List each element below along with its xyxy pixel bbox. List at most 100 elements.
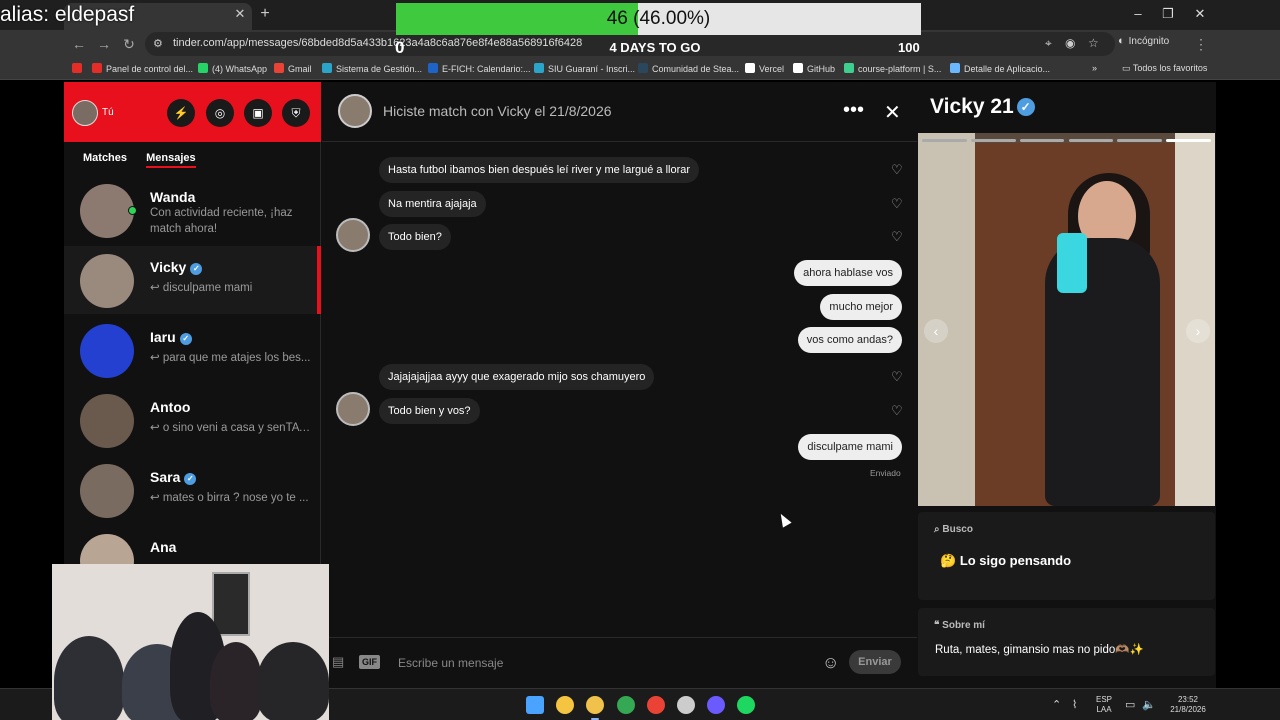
avatar[interactable] xyxy=(80,184,134,238)
forward-icon[interactable]: → xyxy=(95,35,113,53)
like-heart-icon[interactable]: ♡ xyxy=(891,403,903,419)
sender-avatar[interactable] xyxy=(336,218,370,252)
message-list-item[interactable]: Vicky ✓ ↩ disculpame mami xyxy=(64,246,321,314)
tab-messages[interactable]: Mensajes xyxy=(146,152,196,168)
bookmark-item[interactable]: course-platform | S... xyxy=(844,63,941,74)
message-list-item[interactable]: Iaru ✓ ↩ para que me atajes los bes... xyxy=(64,316,321,384)
tools-icon[interactable] xyxy=(677,696,695,714)
sender-avatar[interactable] xyxy=(336,392,370,426)
contact-name: Sara ✓ xyxy=(150,469,197,485)
my-avatar[interactable] xyxy=(72,100,98,126)
youtube-icon[interactable] xyxy=(72,63,86,74)
sticker-icon[interactable]: ▤ xyxy=(332,654,344,670)
shield-icon[interactable]: ⛨ xyxy=(282,99,310,127)
sent-message: mucho mejor xyxy=(820,294,902,320)
bookmark-item[interactable]: Detalle de Aplicacio... xyxy=(950,63,1050,74)
more-options-icon[interactable]: ••• xyxy=(843,99,864,122)
last-message: ↩ para que me atajes los bes... xyxy=(150,352,311,364)
photo-progress-segment[interactable] xyxy=(970,139,1016,142)
received-message: Jajajajajjaa ayyy que exagerado mijo sos… xyxy=(379,364,655,390)
new-tab-icon[interactable]: + xyxy=(256,5,274,23)
chrome-profile-3-icon[interactable] xyxy=(647,696,665,714)
app-icon[interactable] xyxy=(707,696,725,714)
avatar[interactable] xyxy=(80,254,134,308)
message-list-item[interactable]: Antoo ↩ o sino veni a casa y senTATE xyxy=(64,386,321,454)
looking-for-card: ⌕ Busco 🤔 Lo sigo pensando xyxy=(918,512,1215,600)
url-text[interactable]: tinder.com/app/messages/68bded8d5a433b16… xyxy=(173,37,582,49)
bookmarks-bar: » ▭ Todos los favoritos Panel de control… xyxy=(0,58,1280,80)
tray-overflow-icon[interactable]: ⌃ xyxy=(1052,698,1061,711)
minimize-icon[interactable]: – xyxy=(1128,5,1148,23)
eye-off-icon[interactable]: ◉ xyxy=(1065,36,1075,50)
photo-progress-segment[interactable] xyxy=(1117,139,1163,142)
bookmark-label: Gmail xyxy=(288,64,312,74)
network-icon[interactable]: ⌇ xyxy=(1072,698,1077,711)
message-list-item[interactable]: Sara ✓ ↩ mates o birra ? nose yo te ... xyxy=(64,456,321,524)
tab-close-icon[interactable]: ✕ xyxy=(232,6,248,22)
close-chat-icon[interactable]: ✕ xyxy=(884,100,901,125)
bookmark-item[interactable]: Sistema de Gestión... xyxy=(322,63,422,74)
match-avatar[interactable] xyxy=(338,94,372,128)
clock[interactable]: 23:52 21/8/2026 xyxy=(1163,695,1213,715)
display-icon[interactable]: ▭ xyxy=(1125,698,1135,711)
goal-max: 100 xyxy=(898,40,920,55)
bookmark-item[interactable]: Vercel xyxy=(745,63,784,74)
bookmark-item[interactable]: Gmail xyxy=(274,63,312,74)
star-icon[interactable]: ☆ xyxy=(1088,36,1099,50)
site-info-icon[interactable]: ⚙ xyxy=(153,37,163,50)
tab-matches[interactable]: Matches xyxy=(83,152,127,164)
goal-days-left: 4 DAYS TO GO xyxy=(609,40,701,55)
gif-button[interactable]: GIF xyxy=(359,655,380,669)
bookmark-favicon-icon xyxy=(745,63,755,73)
photo-prev-icon[interactable]: ‹ xyxy=(924,319,948,343)
like-heart-icon[interactable]: ♡ xyxy=(891,162,903,178)
chrome-icon[interactable] xyxy=(586,696,604,714)
photo-progress-segment[interactable] xyxy=(1166,139,1211,142)
photo-next-icon[interactable]: › xyxy=(1186,319,1210,343)
reload-icon[interactable]: ↻ xyxy=(120,35,138,53)
like-heart-icon[interactable]: ♡ xyxy=(891,229,903,245)
like-heart-icon[interactable]: ♡ xyxy=(891,196,903,212)
avatar[interactable] xyxy=(80,324,134,378)
message-input[interactable]: Escribe un mensaje xyxy=(398,656,503,670)
incognito-indicator[interactable]: ◐ Incógnito xyxy=(1118,35,1169,47)
keyboard-language[interactable]: ESP LAA xyxy=(1096,695,1112,715)
emoji-icon[interactable]: ☺ xyxy=(822,653,839,673)
chat-header: Hiciste match con Vicky el 21/8/2026 •••… xyxy=(322,82,917,142)
bookmark-item[interactable]: SIU Guaraní - Inscri... xyxy=(534,63,635,74)
message-list-item[interactable]: Wanda Con actividad reciente, ¡haz match … xyxy=(64,176,321,244)
bookmark-item[interactable]: Comunidad de Stea... xyxy=(638,63,739,74)
photo-progress-segment[interactable] xyxy=(1019,139,1065,142)
file-explorer-icon[interactable] xyxy=(556,696,574,714)
bookmark-item[interactable]: Panel de control del... xyxy=(92,63,193,74)
back-icon[interactable]: ← xyxy=(70,35,88,53)
bookmark-item[interactable]: E-FICH: Calendario:... xyxy=(428,63,531,74)
contact-name-text: Iaru xyxy=(150,329,176,345)
bookmark-item[interactable]: (4) WhatsApp xyxy=(198,63,267,74)
chrome-profile-2-icon[interactable] xyxy=(617,696,635,714)
volume-icon[interactable]: 🔈 xyxy=(1142,698,1156,711)
restore-icon[interactable]: ❐ xyxy=(1158,5,1178,23)
send-button[interactable]: Enviar xyxy=(849,650,901,674)
briefcase-icon[interactable]: ▣ xyxy=(244,99,272,127)
avatar[interactable] xyxy=(80,394,134,448)
bookmark-item[interactable]: GitHub xyxy=(793,63,835,74)
window-close-icon[interactable]: ✕ xyxy=(1190,5,1210,23)
sent-message: disculpame mami xyxy=(798,434,902,460)
message-composer: ▤ GIF Escribe un mensaje ☺ Enviar xyxy=(322,637,917,688)
my-profile-label[interactable]: Tú xyxy=(102,107,114,118)
browser-menu-icon[interactable]: ⋮ xyxy=(1192,35,1210,53)
explore-icon[interactable]: ◎ xyxy=(206,99,234,127)
avatar[interactable] xyxy=(80,464,134,518)
all-bookmarks[interactable]: ▭ Todos los favoritos xyxy=(1122,63,1207,74)
profile-photo[interactable]: ‹ › xyxy=(918,133,1215,506)
windows-start-icon[interactable] xyxy=(526,696,544,714)
photo-progress-segment[interactable] xyxy=(922,139,967,142)
spotify-icon[interactable] xyxy=(737,696,755,714)
location-icon[interactable]: ⌖ xyxy=(1045,36,1052,51)
looking-for-value: 🤔 Lo sigo pensando xyxy=(940,553,1072,568)
boost-icon[interactable]: ⚡ xyxy=(167,99,195,127)
like-heart-icon[interactable]: ♡ xyxy=(891,369,903,385)
photo-progress-segment[interactable] xyxy=(1068,139,1114,142)
bookmarks-overflow-icon[interactable]: » xyxy=(1092,63,1097,73)
